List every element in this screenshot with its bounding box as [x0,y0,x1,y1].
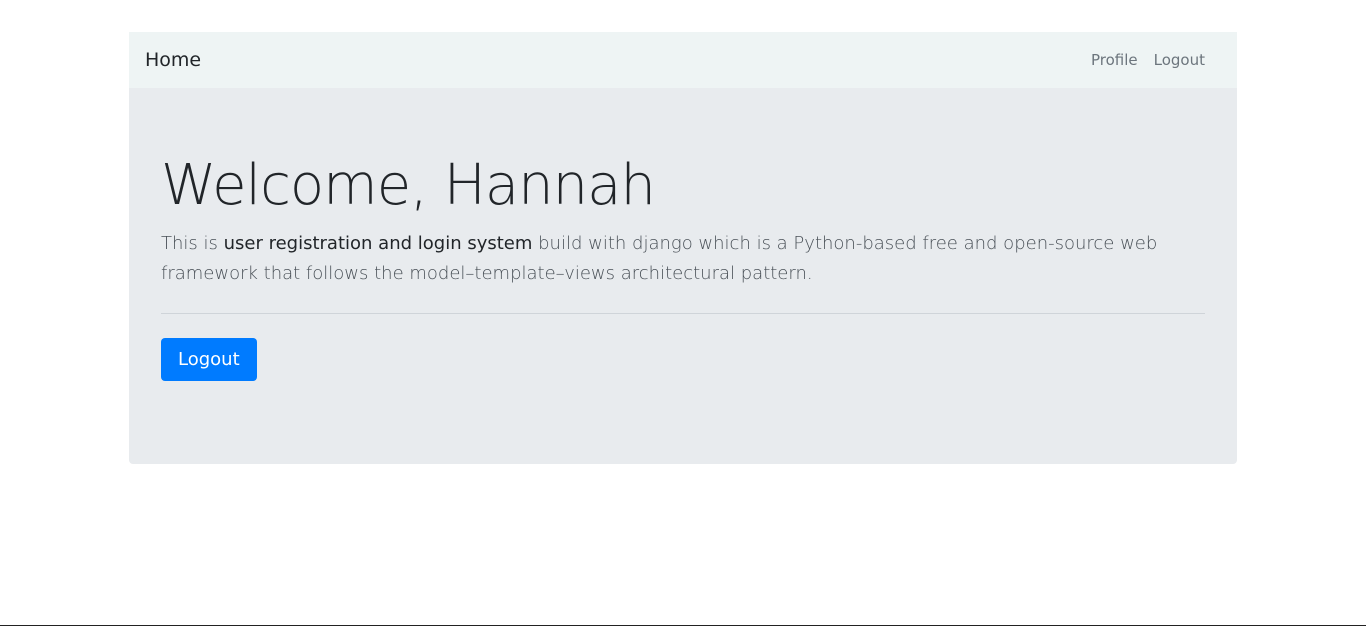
intro-paragraph: This is user registration and login syst… [161,229,1205,289]
intro-highlight: user registration and login system [223,233,533,255]
intro-prefix: This is [161,233,224,255]
nav-link-profile[interactable]: Profile [1083,51,1146,69]
logout-button[interactable]: Logout [161,338,257,382]
navbar: Home Profile Logout [129,32,1237,88]
navbar-links: Profile Logout [1083,51,1213,69]
nav-link-logout[interactable]: Logout [1146,51,1213,69]
welcome-jumbotron: Welcome, Hannah This is user registratio… [129,88,1237,464]
divider [161,313,1205,315]
welcome-heading: Welcome, Hannah [161,153,656,218]
page-container: Home Profile Logout Welcome, Hannah This… [129,32,1237,464]
navbar-brand-home[interactable]: Home [145,49,201,71]
